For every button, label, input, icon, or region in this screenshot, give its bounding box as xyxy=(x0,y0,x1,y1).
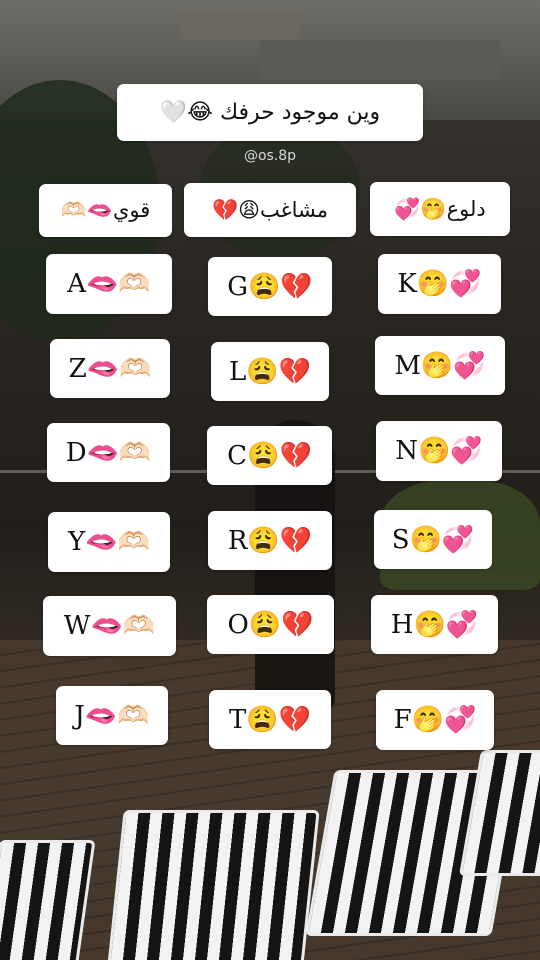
letter-label: D🫦🫶🏻 xyxy=(65,437,152,468)
letter-card: L😩💔 xyxy=(211,342,329,401)
category-middle-card: مشاغب😩💔 xyxy=(184,183,356,237)
letter-card: Y🫦🫶🏻 xyxy=(48,512,170,572)
roof-shape xyxy=(260,40,500,80)
letter-label: O😩💔 xyxy=(227,609,314,640)
creator-handle: @os.8p xyxy=(243,148,297,164)
letter-card: D🫦🫶🏻 xyxy=(47,423,170,482)
letter-card: A🫦🫶🏻 xyxy=(46,254,172,314)
letter-label: F🤭💞 xyxy=(393,705,477,735)
letter-label: J🫦🫶🏻 xyxy=(74,700,150,731)
letter-label: W🫦🫶🏻 xyxy=(63,611,156,641)
letter-label: T😩💔 xyxy=(228,704,312,735)
letter-card: C😩💔 xyxy=(207,426,332,485)
letter-label: S🤭💞 xyxy=(391,524,475,555)
letter-label: N🤭💞 xyxy=(395,436,483,466)
letter-label: Z🫦🫶🏻 xyxy=(68,353,152,384)
category-middle-label: مشاغب😩💔 xyxy=(211,197,329,222)
roof-shape xyxy=(180,10,300,40)
letter-card: F🤭💞 xyxy=(376,690,494,750)
letter-card: T😩💔 xyxy=(209,690,331,749)
letter-card: N🤭💞 xyxy=(376,421,502,481)
letter-card: J🫦🫶🏻 xyxy=(56,686,168,745)
category-right-card: دلوع🤭💞 xyxy=(370,182,510,236)
letter-card: M🤭💞 xyxy=(375,336,505,395)
category-left-card: قوي🫦🫶🏻 xyxy=(39,184,172,237)
letter-card: O😩💔 xyxy=(207,595,334,654)
letter-card: K🤭💞 xyxy=(378,254,501,314)
letter-label: H🤭💞 xyxy=(390,609,479,640)
letter-card: H🤭💞 xyxy=(371,595,498,654)
category-left-label: قوي🫦🫶🏻 xyxy=(60,198,151,222)
letter-card: Z🫦🫶🏻 xyxy=(50,339,170,398)
lounge-chair xyxy=(106,810,320,960)
letter-label: K🤭💞 xyxy=(397,269,482,299)
letter-label: R😩💔 xyxy=(227,525,313,556)
letter-card: G😩💔 xyxy=(208,257,332,316)
category-right-label: دلوع🤭💞 xyxy=(394,196,486,221)
letter-label: G😩💔 xyxy=(227,271,313,302)
letter-card: S🤭💞 xyxy=(374,510,492,569)
title-text: وين موجود حرفك 😂🤍 xyxy=(159,100,381,125)
title-card: وين موجود حرفك 😂🤍 xyxy=(117,84,423,141)
letter-card: R😩💔 xyxy=(208,511,332,570)
letter-label: Y🫦🫶🏻 xyxy=(68,527,150,557)
letter-label: A🫦🫶🏻 xyxy=(67,269,151,299)
letter-label: M🤭💞 xyxy=(394,350,486,381)
letter-label: L😩💔 xyxy=(228,356,311,387)
lounge-chair xyxy=(0,840,96,960)
letter-label: C😩💔 xyxy=(227,440,312,471)
letter-card: W🫦🫶🏻 xyxy=(43,596,176,656)
